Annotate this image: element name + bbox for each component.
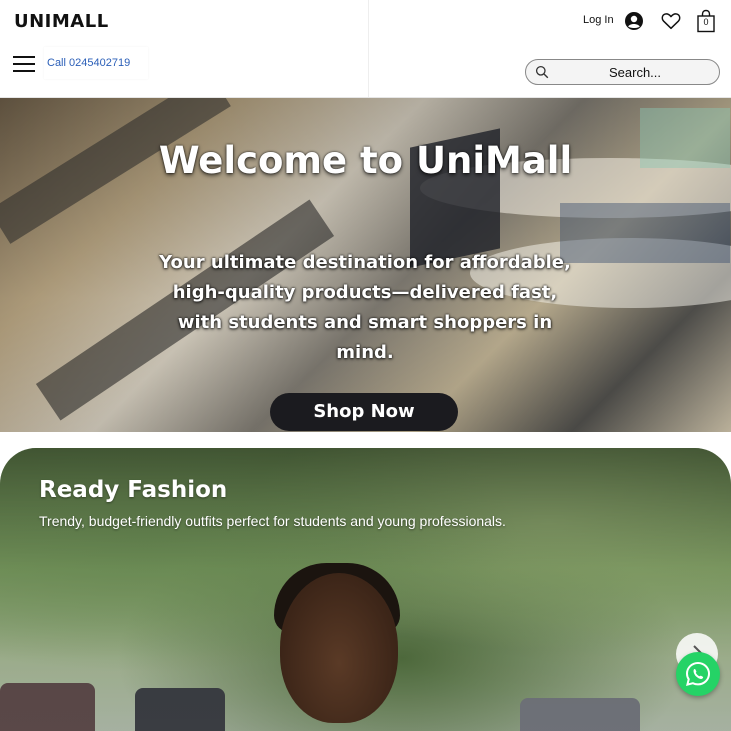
section-subtitle: Trendy, budget-friendly outfits perfect … [39, 513, 506, 529]
search-bar[interactable] [525, 59, 720, 85]
section-title: Ready Fashion [39, 477, 228, 503]
fashion-model-image [280, 573, 398, 723]
cart-count-badge: 0 [703, 17, 709, 27]
hero-subtitle: Your ultimate destination for affordable… [159, 252, 571, 363]
whatsapp-icon [685, 661, 711, 686]
whatsapp-chat-button[interactable] [676, 652, 720, 696]
hero-title: Welcome to UniMall [158, 139, 573, 182]
store-shape [560, 203, 730, 263]
login-link[interactable]: Log In [583, 14, 614, 26]
call-link[interactable]: Call 0245402719 [44, 47, 148, 79]
hamburger-menu-icon[interactable] [13, 54, 35, 74]
site-header: UNIMALL Call 0245402719 Log In 0 [0, 0, 731, 98]
ready-fashion-section: Ready Fashion Trendy, budget-friendly ou… [0, 448, 731, 731]
heart-icon[interactable] [660, 10, 682, 32]
search-input[interactable] [556, 62, 714, 82]
hero-banner: Welcome to UniMall Your ultimate destina… [0, 98, 731, 432]
shop-now-button[interactable]: Shop Now [270, 393, 458, 431]
search-icon[interactable] [535, 65, 549, 79]
account-avatar-icon[interactable] [624, 11, 644, 31]
header-divider [368, 0, 369, 98]
site-logo[interactable]: UNIMALL [14, 11, 109, 32]
